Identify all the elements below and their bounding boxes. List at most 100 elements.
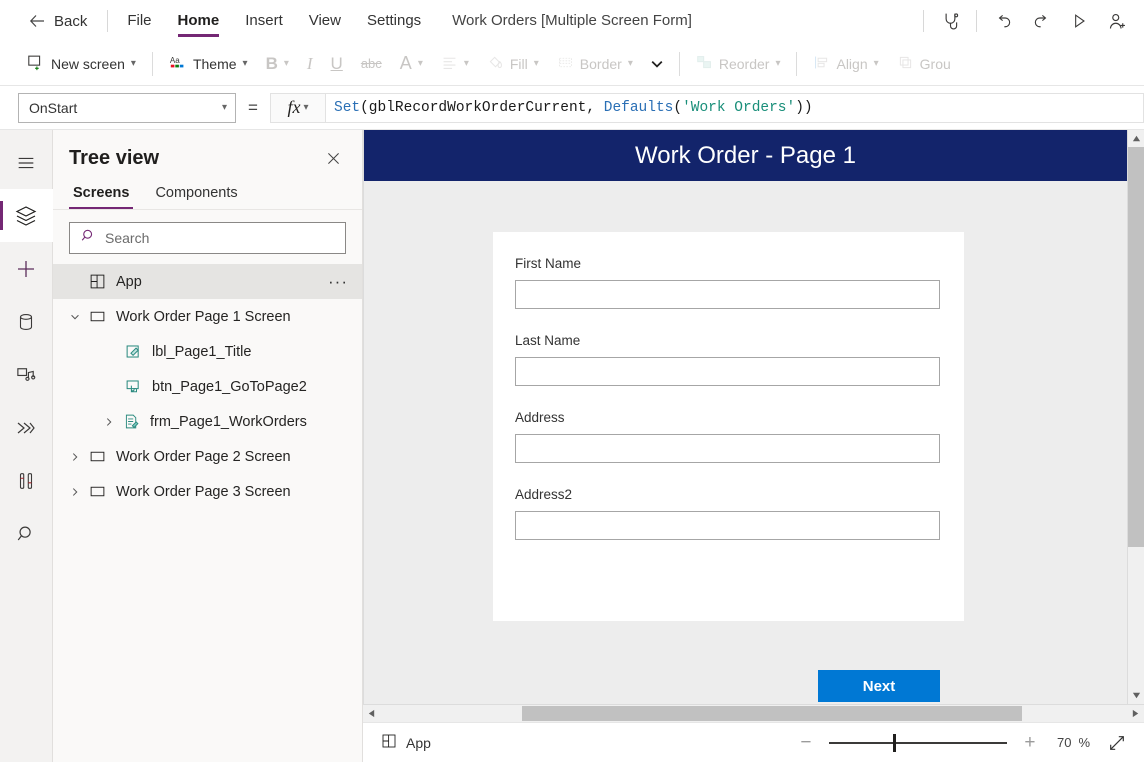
formula-token: (gblRecordWorkOrderCurrent, [360, 100, 604, 116]
theme-button[interactable]: Aa Theme ▾ [160, 48, 257, 80]
menu-insert[interactable]: Insert [232, 0, 296, 42]
data-cylinder-icon[interactable] [0, 295, 53, 348]
zoom-slider[interactable] [829, 730, 1007, 756]
chevron-right-icon[interactable] [65, 451, 85, 463]
chevron-down-icon[interactable] [65, 311, 85, 323]
field-first-name: First Name [515, 256, 940, 309]
align-text-icon [441, 54, 458, 74]
zoom-out-button[interactable]: − [793, 730, 819, 756]
app-checker-icon[interactable] [931, 0, 969, 42]
address2-input[interactable] [515, 511, 940, 540]
tree-node-work-order-page-1-screen[interactable]: Work Order Page 1 Screen [53, 299, 362, 334]
tree-node-work-order-page-3-screen[interactable]: Work Order Page 3 Screen [53, 474, 362, 509]
chevron-down-icon: ▾ [534, 58, 539, 69]
tree-view-icon[interactable] [0, 189, 53, 242]
underline-button[interactable]: U [322, 48, 352, 80]
close-icon[interactable] [321, 146, 346, 171]
zoom-value: 70 [1057, 735, 1071, 750]
field-label: Last Name [515, 333, 940, 348]
fx-label: fx [287, 97, 300, 118]
border-icon [557, 54, 574, 74]
scroll-left-arrow-icon[interactable] [363, 705, 380, 723]
work-order-form-card: First Name Last Name Address [493, 232, 964, 621]
menu-divider [107, 10, 108, 32]
share-add-user-icon[interactable] [1098, 0, 1136, 42]
canvas-horizontal-scrollbar[interactable] [363, 704, 1144, 722]
strikethrough-button[interactable]: abc [352, 48, 391, 80]
status-app-breadcrumb[interactable]: App [381, 733, 431, 752]
zoom-in-button[interactable]: + [1017, 730, 1043, 756]
equals-sign: = [236, 98, 270, 118]
menu-file[interactable]: File [114, 0, 164, 42]
chevron-down-icon: ▾ [303, 102, 308, 113]
tree-node-work-order-page-2-screen[interactable]: Work Order Page 2 Screen [53, 439, 362, 474]
strikethrough-label: abc [361, 56, 382, 71]
fx-toggle-button[interactable]: fx ▾ [270, 93, 326, 123]
vertical-scroll-track[interactable] [1128, 147, 1144, 687]
italic-button[interactable]: I [298, 48, 322, 80]
zoom-unit: % [1078, 735, 1090, 750]
back-button[interactable]: Back [0, 0, 101, 42]
bold-button[interactable]: B ▾ [257, 48, 298, 80]
horizontal-scroll-thumb[interactable] [522, 706, 1022, 721]
media-icon[interactable] [0, 348, 53, 401]
app-canvas[interactable]: Work Order - Page 1 First Name Last Name [363, 130, 1127, 704]
tree-node-label: Work Order Page 3 Screen [116, 484, 291, 500]
svg-text:Aa: Aa [170, 56, 180, 65]
menu-view[interactable]: View [296, 0, 354, 42]
ribbon-expand-chevron-icon[interactable] [642, 48, 672, 80]
vertical-scroll-thumb[interactable] [1128, 147, 1144, 547]
tab-screens[interactable]: Screens [69, 179, 133, 209]
chevron-right-icon[interactable] [65, 486, 85, 498]
power-automate-icon[interactable] [0, 401, 53, 454]
fill-button[interactable]: Fill ▾ [478, 48, 548, 80]
play-preview-icon[interactable] [1060, 0, 1098, 42]
tree-node-app[interactable]: App ··· [53, 264, 362, 299]
chevron-down-icon: ▾ [284, 58, 289, 69]
search-input[interactable] [105, 230, 335, 246]
tree-node-label: frm_Page1_WorkOrders [150, 414, 307, 430]
scroll-up-arrow-icon[interactable] [1128, 130, 1144, 147]
scroll-down-arrow-icon[interactable] [1128, 687, 1144, 704]
group-button[interactable]: Grou [888, 48, 960, 80]
formula-input[interactable]: Set(gblRecordWorkOrderCurrent, Defaults(… [326, 93, 1144, 123]
tree-node-label: btn_Page1_GoToPage2 [152, 379, 307, 395]
undo-icon[interactable] [984, 0, 1022, 42]
hamburger-menu-icon[interactable] [0, 136, 53, 189]
screen-preview: Work Order - Page 1 First Name Last Name [364, 130, 1127, 704]
horizontal-scroll-track[interactable] [380, 705, 1127, 723]
insert-plus-icon[interactable] [0, 242, 53, 295]
fill-bucket-icon [487, 54, 504, 74]
search-rail-icon[interactable] [0, 507, 53, 560]
property-dropdown[interactable]: OnStart ▾ [18, 93, 236, 123]
redo-icon[interactable] [1022, 0, 1060, 42]
canvas-vertical-scrollbar[interactable] [1127, 130, 1144, 704]
fit-to-screen-icon[interactable] [1102, 728, 1132, 758]
menu-settings[interactable]: Settings [354, 0, 434, 42]
chevron-down-icon: ▾ [464, 58, 469, 69]
tree-node-frm-page1-workorders[interactable]: frm_Page1_WorkOrders [53, 404, 362, 439]
variables-icon[interactable] [0, 454, 53, 507]
tree-node-lbl-page1-title[interactable]: lbl_Page1_Title [53, 334, 362, 369]
menu-home[interactable]: Home [165, 0, 233, 42]
chevron-right-icon[interactable] [99, 416, 119, 428]
border-button[interactable]: Border ▾ [548, 48, 642, 80]
tree-search-box[interactable] [69, 222, 346, 254]
tab-components[interactable]: Components [151, 179, 241, 209]
label-icon [121, 343, 145, 360]
zoom-slider-thumb[interactable] [893, 734, 896, 752]
reorder-button[interactable]: Reorder ▾ [687, 48, 790, 80]
tree-node-btn-page1-gotopage2[interactable]: btn_Page1_GoToPage2 [53, 369, 362, 404]
text-align-button[interactable]: ▾ [432, 48, 478, 80]
new-screen-button[interactable]: New screen ▾ [18, 48, 145, 80]
more-options-icon[interactable]: ··· [324, 277, 352, 287]
formula-token: )) [795, 100, 812, 116]
scroll-right-arrow-icon[interactable] [1127, 705, 1144, 723]
align-button[interactable]: Align ▾ [804, 48, 887, 80]
first-name-input[interactable] [515, 280, 940, 309]
font-color-button[interactable]: A ▾ [391, 48, 432, 80]
last-name-input[interactable] [515, 357, 940, 386]
next-button[interactable]: Next [818, 670, 940, 702]
formula-token: Defaults [604, 100, 674, 116]
address-input[interactable] [515, 434, 940, 463]
